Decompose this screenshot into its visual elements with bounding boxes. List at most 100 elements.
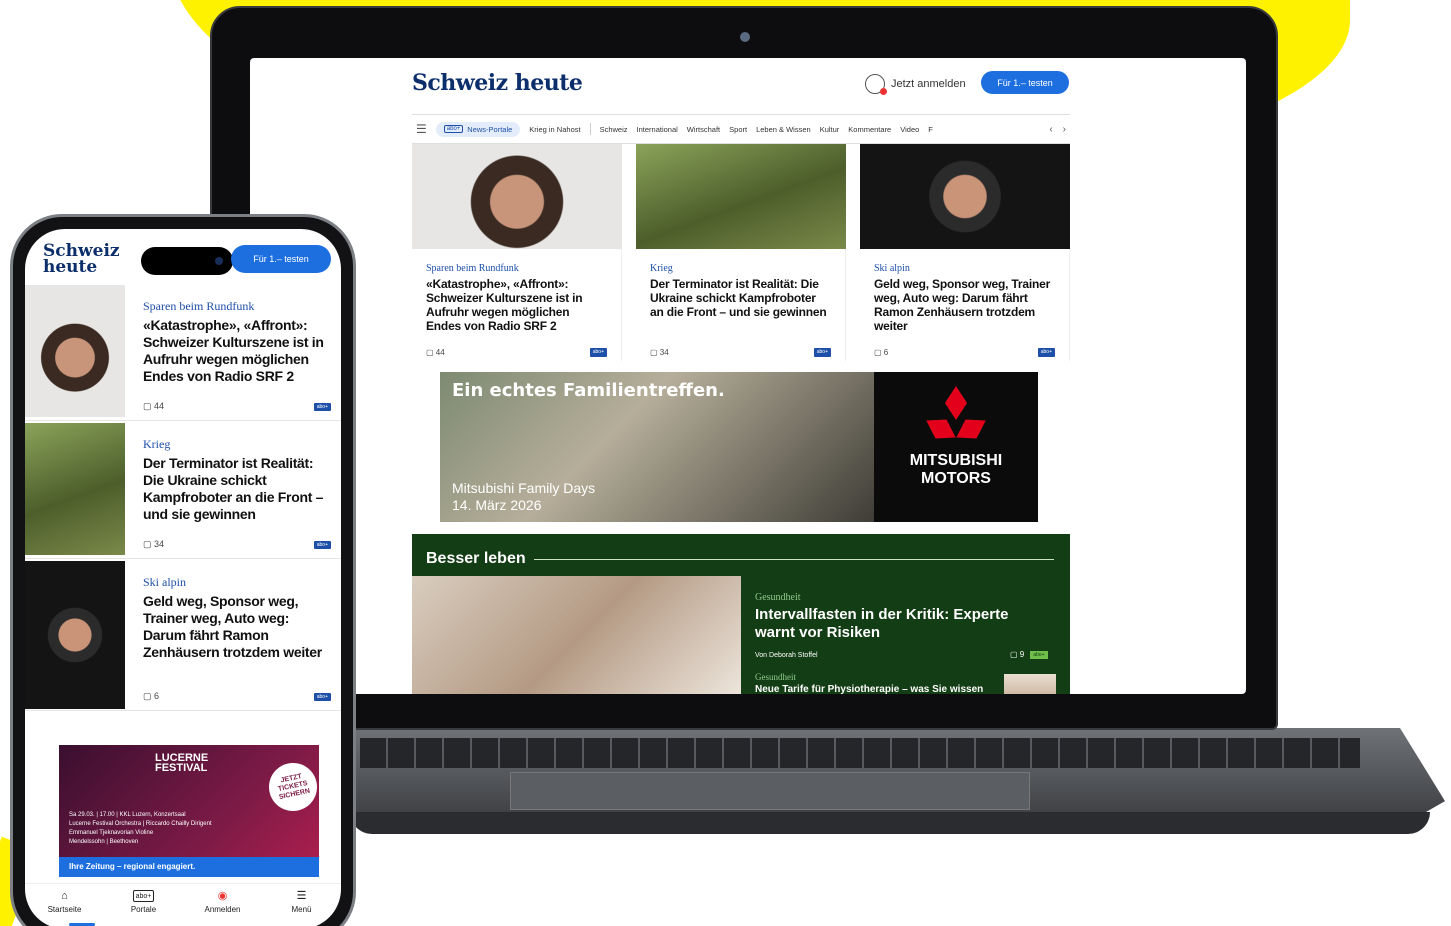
phone-ad-banner[interactable]: LUCERNE FESTIVAL JETZT TICKETS SICHERN S… — [59, 745, 322, 877]
section-article2-thumbnail[interactable] — [1004, 674, 1056, 694]
laptop-base-edge — [350, 812, 1430, 834]
ad-banner[interactable]: Ein echtes Familientreffen. Mitsubishi F… — [440, 372, 1038, 522]
nav-item-international[interactable]: International — [637, 125, 678, 134]
comment-count[interactable]: ▢ 44 — [143, 401, 164, 412]
article-meta: ▢ 6 abo+ — [143, 691, 331, 702]
section-article-author: Von Deborah Stoffel — [755, 652, 818, 659]
comment-count[interactable]: ▢ 6 — [874, 348, 888, 357]
article-headline[interactable]: Der Terminator ist Realität: Die Ukraine… — [650, 277, 831, 319]
ad-title: LUCERNE FESTIVAL — [155, 752, 209, 774]
comment-count[interactable]: ▢ 9 — [1010, 650, 1024, 659]
ad-headline: Ein echtes Familientreffen. — [452, 380, 725, 401]
abo-tag: abo+ — [443, 125, 464, 133]
nav-item-wirtschaft[interactable]: Wirtschaft — [687, 125, 720, 134]
article-body: Sparen beim Rundfunk «Katastrophe», «Aff… — [412, 249, 622, 361]
login-link[interactable]: Jetzt anmelden — [865, 74, 966, 95]
article-card[interactable]: Krieg Der Terminator ist Realität: Die U… — [636, 144, 846, 361]
article-headline[interactable]: «Katastrophe», «Affront»: Schweizer Kult… — [426, 277, 607, 333]
chevron-right-icon[interactable]: › — [1063, 124, 1066, 135]
tab-portale[interactable]: abo+ Portale — [109, 890, 179, 926]
article-kicker: Krieg — [143, 437, 171, 451]
ad-line: Lucerne Festival Orchestra | Riccardo Ch… — [69, 821, 212, 827]
nav-item-truncated[interactable]: F — [928, 125, 933, 134]
section-article-headline[interactable]: Intervallfasten in der Kritik: Experte w… — [755, 606, 1045, 642]
section-title[interactable]: Besser leben — [426, 550, 526, 568]
trial-button[interactable]: Für 1.– testen — [981, 71, 1069, 94]
bottom-tab-bar: ⌂ Startseite abo+ Portale ◉ Anmelden ☰ M… — [25, 883, 341, 926]
article-headline[interactable]: Geld weg, Sponsor weg, Trainer weg, Auto… — [143, 593, 333, 661]
comment-count-value: 9 — [1019, 650, 1025, 659]
ad-details: Sa 29.03. | 17.00 | KKL Luzern, Konzerts… — [69, 811, 269, 847]
article-image[interactable] — [25, 285, 125, 417]
chevron-left-icon[interactable]: ‹ — [1049, 124, 1052, 135]
article-meta: ▢ 6 abo+ — [874, 348, 1055, 357]
ad-brand-panel[interactable]: MITSUBISHI MOTORS — [874, 372, 1038, 522]
article-card[interactable]: Ski alpin Geld weg, Sponsor weg, Trainer… — [860, 144, 1070, 361]
abo-badge: abo+ — [1037, 348, 1055, 357]
article-kicker: Sparen beim Rundfunk — [143, 299, 255, 313]
tab-menu[interactable]: ☰ Menü — [267, 890, 337, 926]
tab-label: Anmelden — [204, 905, 241, 914]
ad-ticket-badge[interactable]: JETZT TICKETS SICHERN — [264, 758, 322, 816]
ad-line: Sa 29.03. | 17.00 | KKL Luzern, Konzerts… — [69, 812, 186, 818]
article-headline[interactable]: Geld weg, Sponsor weg, Trainer weg, Auto… — [874, 277, 1055, 333]
phone-site-logo[interactable]: Schweiz heute — [43, 243, 133, 276]
ad-subline: Mitsubishi Family Days 14. März 2026 — [452, 480, 595, 514]
list-item[interactable]: Krieg Der Terminator ist Realität: Die U… — [25, 423, 341, 559]
login-label: Jetzt anmelden — [891, 78, 966, 90]
article-meta: ▢ 34 abo+ — [143, 539, 331, 550]
section-article2-kicker: Gesundheit — [755, 672, 796, 682]
article-image[interactable] — [636, 144, 846, 249]
camera-icon — [740, 32, 750, 42]
article-image[interactable] — [25, 423, 125, 555]
section-article2-headline[interactable]: Neue Tarife für Physiotherapie – was Sie… — [755, 684, 983, 694]
menu-search-icon[interactable]: ☰ — [416, 122, 427, 136]
article-card[interactable]: Sparen beim Rundfunk «Katastrophe», «Aff… — [412, 144, 622, 361]
comment-count-value: 6 — [883, 348, 889, 357]
comment-count[interactable]: ▢ 34 — [650, 348, 669, 357]
article-headline[interactable]: «Katastrophe», «Affront»: Schweizer Kult… — [143, 317, 333, 385]
ad-line-1: Mitsubishi Family Days — [452, 480, 596, 496]
laptop-lid: Schweiz heute Jetzt anmelden Für 1.– tes… — [210, 6, 1278, 730]
article-kicker: Krieg — [650, 263, 673, 274]
nav-pill-news-portale[interactable]: abo+ News-Portale — [435, 121, 521, 137]
nav-item-kultur[interactable]: Kultur — [820, 125, 840, 134]
comment-count[interactable]: ▢ 34 — [143, 539, 164, 550]
comment-count-value: 34 — [659, 348, 669, 357]
comment-count-value: 44 — [435, 348, 445, 357]
nav-item-kommentare[interactable]: Kommentare — [848, 125, 891, 134]
tab-label: Startseite — [47, 905, 82, 914]
nav-divider — [589, 123, 591, 135]
tab-anmelden[interactable]: ◉ Anmelden — [188, 890, 258, 926]
nav-item-leben-wissen[interactable]: Leben & Wissen — [756, 125, 811, 134]
list-item[interactable]: Ski alpin Geld weg, Sponsor weg, Trainer… — [25, 561, 341, 711]
nav-item-sport[interactable]: Sport — [729, 125, 747, 134]
comment-count[interactable]: ▢ 44 — [426, 348, 445, 357]
nav-item-video[interactable]: Video — [900, 125, 919, 134]
abo-badge: abo+ — [1030, 650, 1048, 659]
list-item[interactable]: Sparen beim Rundfunk «Katastrophe», «Aff… — [25, 285, 341, 421]
laptop-keyboard — [360, 738, 1360, 768]
comment-count[interactable]: ▢ 6 — [143, 691, 159, 702]
site-logo[interactable]: Schweiz heute — [412, 70, 583, 96]
abo-badge: abo+ — [813, 348, 831, 357]
laptop-trackpad — [510, 772, 1030, 810]
article-image[interactable] — [412, 144, 622, 249]
section-article-image[interactable] — [412, 576, 741, 694]
article-headline[interactable]: Der Terminator ist Realität: Die Ukraine… — [143, 455, 333, 523]
nav-item-schweiz[interactable]: Schweiz — [600, 125, 628, 134]
site-header: Schweiz heute Jetzt anmelden Für 1.– tes… — [250, 58, 1246, 114]
nav-item-krieg-in-nahost[interactable]: Krieg in Nahost — [529, 125, 580, 134]
ad-photo[interactable]: Ein echtes Familientreffen. Mitsubishi F… — [440, 372, 874, 522]
article-meta: ▢ 44 abo+ — [426, 348, 607, 357]
phone-trial-button[interactable]: Für 1.– testen — [231, 245, 331, 273]
section-article-kicker: Gesundheit — [755, 592, 801, 603]
article-text: Sparen beim Rundfunk «Katastrophe», «Aff… — [143, 299, 333, 385]
camera-icon — [215, 257, 223, 265]
article-image[interactable] — [25, 561, 125, 709]
article-text: Krieg Der Terminator ist Realität: Die U… — [143, 437, 333, 523]
tab-startseite[interactable]: ⌂ Startseite — [30, 890, 100, 926]
article-text: Ski alpin Geld weg, Sponsor weg, Trainer… — [143, 575, 333, 661]
article-image[interactable] — [860, 144, 1070, 249]
laptop-screen: Schweiz heute Jetzt anmelden Für 1.– tes… — [250, 58, 1246, 694]
